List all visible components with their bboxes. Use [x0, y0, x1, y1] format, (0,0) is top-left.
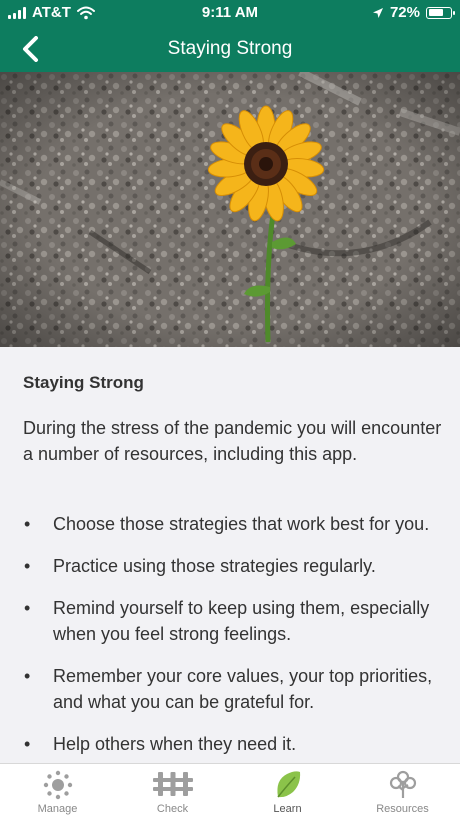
strategy-list: • Choose those strategies that work best …	[23, 511, 443, 763]
list-item-text: Practice using those strategies regularl…	[53, 556, 376, 576]
tab-label: Manage	[37, 803, 78, 815]
bullet-mark: •	[24, 598, 31, 618]
list-item: • Practice using those strategies regular…	[23, 553, 443, 579]
tab-manage[interactable]: Manage	[0, 764, 115, 819]
tab-label: Learn	[273, 803, 302, 815]
page-title: Staying Strong	[167, 38, 293, 59]
tab-resources[interactable]: Resources	[345, 764, 460, 819]
bullet-mark: •	[24, 734, 31, 754]
location-arrow-icon	[372, 7, 383, 18]
navigation-bar: Staying Strong	[0, 26, 460, 72]
list-item-text: Help others when they need it.	[53, 734, 297, 754]
tab-label: Check	[156, 803, 189, 815]
bullet-mark: •	[24, 556, 31, 576]
sunflower-photo	[0, 72, 460, 347]
article-content: Staying Strong During the stress of the …	[0, 347, 460, 763]
list-item-text: Choose those strategies that work best f…	[53, 514, 430, 534]
tree-icon	[389, 770, 416, 798]
battery-fill	[428, 9, 443, 16]
status-bar: AT&T 9:11 AM 72%	[0, 0, 460, 26]
list-item-text: Remember your core values, your top prio…	[53, 666, 433, 712]
bullet-mark: •	[24, 514, 31, 534]
status-right: 72%	[372, 4, 455, 21]
leaf-icon	[276, 771, 300, 798]
sun-icon	[43, 770, 72, 800]
article-intro: During the stress of the pandemic you wi…	[23, 418, 442, 464]
tab-bar: Manage Check Learn Resources	[0, 763, 460, 819]
list-item: • Remind yourself to keep using them, esp…	[23, 595, 443, 647]
tab-learn[interactable]: Learn	[230, 764, 345, 819]
list-item: • Choose those strategies that work best …	[23, 511, 443, 537]
list-item-text: Remind yourself to keep using them, espe…	[53, 598, 430, 644]
tab-check[interactable]: Check	[115, 764, 230, 819]
battery-icon	[426, 6, 455, 19]
list-item: • Remember your core values, your top pri…	[23, 663, 443, 715]
fence-icon	[152, 772, 193, 796]
tab-label: Resources	[376, 803, 429, 815]
hero-image	[0, 72, 460, 347]
list-item: • Help others when they need it.	[23, 731, 443, 757]
article-heading: Staying Strong	[23, 373, 144, 392]
battery-percent: 72%	[389, 4, 420, 21]
bullet-mark: •	[24, 666, 31, 686]
